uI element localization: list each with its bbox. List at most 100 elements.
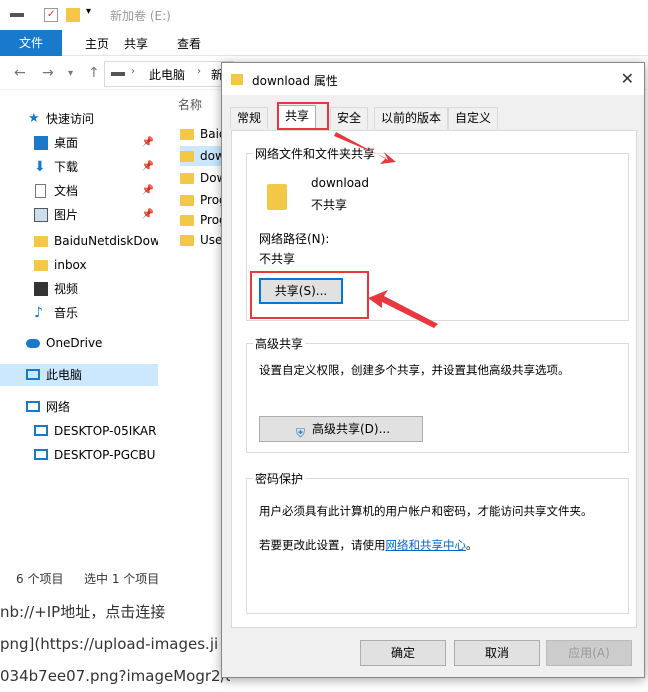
sidebar-item-desktop-pgcbu[interactable]: DESKTOP-PGCBU	[0, 444, 158, 466]
advanced-sharing-description: 设置自定义权限，创建多个共享，并设置其他高级共享选项。	[259, 363, 570, 377]
tab-home[interactable]: 主页	[85, 35, 109, 52]
chevron-right-icon: ›	[197, 66, 201, 77]
annotation-box-sharing-tab	[277, 102, 329, 130]
folder-icon	[180, 235, 194, 246]
folder-icon	[180, 151, 194, 162]
close-icon[interactable]: ✕	[621, 69, 634, 88]
folder-icon	[180, 215, 194, 226]
forward-icon[interactable]: →	[42, 65, 54, 81]
desktop-icon	[34, 136, 48, 150]
sharing-panel: 网络文件和文件夹共享 download 不共享 网络路径(N): 不共享 共享(…	[231, 130, 637, 628]
address-box[interactable]: › 此电脑 › 新	[104, 61, 234, 87]
sidebar-item-documents[interactable]: 文档 📌	[0, 180, 158, 202]
folder-icon	[34, 260, 48, 271]
drive-icon	[111, 72, 125, 76]
pin-icon[interactable]: 📌	[142, 180, 154, 202]
quick-access-dropdown-icon[interactable]: ▾	[86, 6, 91, 17]
sidebar-item-videos[interactable]: 视频	[0, 278, 158, 300]
folder-icon	[180, 129, 194, 140]
status-bar: 6 个项目 选中 1 个项目	[0, 568, 240, 590]
cancel-button[interactable]: 取消	[454, 640, 540, 666]
ok-button[interactable]: 确定	[360, 640, 446, 666]
folder-icon	[231, 74, 243, 85]
music-icon: ♪	[34, 305, 43, 321]
sidebar-item-pictures[interactable]: 图片 📌	[0, 204, 158, 226]
tab-file[interactable]: 文件	[0, 30, 62, 56]
tab-customize[interactable]: 自定义	[448, 107, 499, 129]
sidebar-item-onedrive[interactable]: OneDrive	[0, 332, 158, 354]
sidebar-item-this-pc[interactable]: 此电脑	[0, 364, 158, 386]
dialog-titlebar: download 属性 ✕	[222, 63, 644, 95]
list-item[interactable]: dow	[180, 146, 224, 166]
background-document-text: nb://+IP地址，点击连接 png](https://upload-imag…	[0, 596, 230, 692]
sidebar-item-desktop-05ikar[interactable]: DESKTOP-05IKAR	[0, 420, 158, 442]
annotation-arrow-icon	[334, 132, 396, 164]
window-title: 新加卷 (E:)	[110, 9, 171, 23]
list-item[interactable]: Prog	[180, 210, 224, 230]
pin-icon[interactable]: 📌	[142, 156, 154, 178]
pin-icon[interactable]: 📌	[142, 204, 154, 226]
background-line: png](https://upload-images.ji	[0, 635, 219, 653]
annotation-box-share-button	[250, 271, 369, 319]
apply-button[interactable]: 应用(A)	[546, 640, 632, 666]
network-path-value: 不共享	[259, 252, 296, 266]
sidebar-item-baidunetdisk[interactable]: BaiduNetdiskDow	[0, 230, 158, 252]
new-folder-icon[interactable]	[66, 8, 80, 22]
star-icon: ★	[28, 111, 40, 126]
explorer-titlebar: ✓ ▾ 新加卷 (E:)	[0, 0, 648, 30]
folder-share-status: 不共享	[311, 198, 348, 212]
chevron-right-icon: ›	[131, 66, 135, 77]
tab-general[interactable]: 常规	[230, 107, 269, 129]
annotation-arrow-icon	[368, 290, 438, 328]
group-label: 高级共享	[253, 335, 306, 352]
computer-icon	[34, 425, 48, 436]
list-item[interactable]: User	[180, 230, 224, 250]
folder-icon	[180, 173, 194, 184]
pin-icon[interactable]: 📌	[142, 132, 154, 154]
breadcrumb-this-pc[interactable]: 此电脑	[149, 66, 185, 83]
properties-icon[interactable]: ✓	[44, 8, 58, 22]
tab-share[interactable]: 共享	[124, 35, 148, 52]
folder-name: download	[311, 176, 370, 190]
back-icon[interactable]: ←	[14, 65, 26, 81]
sidebar-item-quick-access[interactable]: ★ 快速访问	[0, 108, 158, 130]
ribbon-tabs: 主页 共享 查看	[0, 30, 648, 56]
advanced-sharing-group: 高级共享 设置自定义权限，创建多个共享，并设置其他高级共享选项。 ⛨ 高级共享(D…	[246, 335, 629, 453]
folder-large-icon	[267, 184, 287, 210]
selected-count: 选中 1 个项目	[84, 572, 160, 586]
picture-icon	[34, 208, 48, 222]
navigation-pane: ★ 快速访问 桌面 📌 ⬇ 下载 📌 文档 📌 图片 📌 BaiduNetdiskDow i…	[0, 96, 160, 566]
tab-view[interactable]: 查看	[177, 35, 201, 52]
dialog-title: download 属性	[252, 74, 338, 88]
cloud-icon	[26, 339, 40, 348]
shield-icon: ⛨	[296, 426, 306, 440]
change-setting-text: 若要更改此设置，请使用网络和共享中心。	[259, 538, 478, 552]
list-item[interactable]: Prog	[180, 190, 224, 210]
password-protection-group: 密码保护 用户必须具有此计算机的用户帐户和密码，才能访问共享文件夹。 若要更改此…	[246, 470, 629, 614]
computer-icon	[26, 369, 40, 380]
sidebar-item-music[interactable]: ♪ 音乐	[0, 302, 158, 324]
folder-icon	[34, 236, 48, 247]
sidebar-item-inbox[interactable]: inbox	[0, 254, 158, 276]
folder-icon	[180, 195, 194, 206]
properties-dialog: download 属性 ✕ 常规 共享 安全 以前的版本 自定义 网络文件和文件…	[221, 62, 645, 678]
network-path-label: 网络路径(N):	[259, 232, 330, 246]
up-icon[interactable]: ↑	[88, 65, 100, 81]
video-icon	[34, 282, 48, 296]
advanced-sharing-button[interactable]: ⛨ 高级共享(D)...	[259, 416, 423, 442]
network-sharing-center-link[interactable]: 网络和共享中心	[386, 538, 467, 552]
password-description: 用户必须具有此计算机的用户帐户和密码，才能访问共享文件夹。	[259, 504, 593, 518]
recent-dropdown-icon[interactable]: ▾	[68, 68, 73, 79]
computer-icon	[34, 449, 48, 460]
column-header-name[interactable]: 名称	[178, 96, 202, 113]
sidebar-item-network[interactable]: 网络	[0, 396, 158, 418]
group-label: 密码保护	[253, 470, 306, 487]
download-icon: ⬇	[34, 159, 46, 175]
sidebar-item-desktop[interactable]: 桌面 📌	[0, 132, 158, 154]
network-icon	[26, 401, 40, 412]
list-item[interactable]: Dow	[180, 168, 224, 188]
sidebar-item-downloads[interactable]: ⬇ 下载 📌	[0, 156, 158, 178]
drive-icon[interactable]	[10, 13, 24, 17]
background-line: nb://+IP地址，点击连接	[0, 603, 166, 621]
list-item[interactable]: Baid	[180, 124, 224, 144]
